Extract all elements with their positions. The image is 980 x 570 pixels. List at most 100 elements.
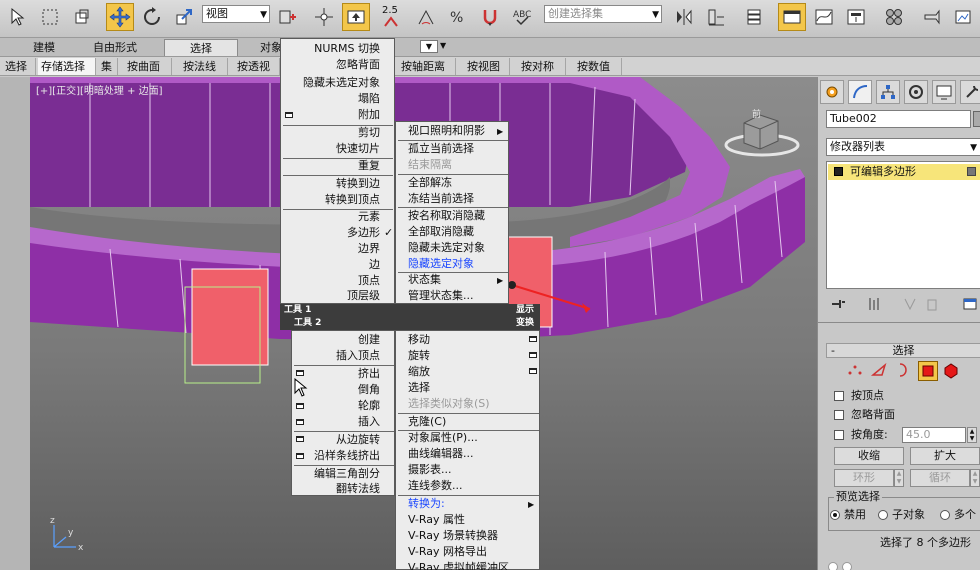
viewport-label[interactable]: [+][正交][明暗处理 + 边面] xyxy=(36,82,163,97)
menu-wire-parameters[interactable]: 连线参数... xyxy=(396,478,539,494)
menu-unhide-all[interactable]: 全部取消隐藏 xyxy=(396,224,508,240)
sub-set-button[interactable]: 集 xyxy=(98,58,118,75)
sub-by-numeric-button[interactable]: 按数值 xyxy=(574,58,622,75)
menu-dope-sheet[interactable]: 摄影表... xyxy=(396,462,539,478)
reference-coordinate-dropdown[interactable]: 视图 ▼ xyxy=(202,5,270,23)
angle-spinner-field[interactable]: 45.0 xyxy=(902,427,966,443)
ribbon-dropdown-chevron-icon[interactable]: ▼ xyxy=(440,41,446,50)
make-unique-icon[interactable] xyxy=(902,296,918,312)
mirror-icon[interactable] xyxy=(670,3,698,31)
menu-hide-unselected[interactable]: 隐藏未选定对象 xyxy=(281,75,394,91)
object-name-field[interactable]: Tube002 xyxy=(826,110,971,128)
settings-box-icon[interactable] xyxy=(529,368,537,374)
percent-snap-icon[interactable]: % xyxy=(444,3,472,31)
curve-editor-icon[interactable] xyxy=(810,3,838,31)
element-level-icon[interactable] xyxy=(942,361,960,379)
menu-inset[interactable]: 插入 xyxy=(292,414,394,430)
menu-unhide-by-name[interactable]: 按名称取消隐藏 xyxy=(396,208,508,224)
bottom-radio-icon[interactable] xyxy=(842,562,852,570)
preview-disabled-radio[interactable] xyxy=(830,510,840,520)
edit-named-selection-icon[interactable]: ABC xyxy=(508,3,536,31)
ring-spinner-icon[interactable]: ▲ ▼ xyxy=(894,469,904,487)
tab-modeling[interactable]: 建模 xyxy=(22,39,66,56)
shrink-button[interactable]: 收缩 xyxy=(834,447,904,465)
menu-state-sets[interactable]: 状态集 xyxy=(396,272,508,288)
sub-by-view-button[interactable]: 按视图 xyxy=(464,58,510,75)
pin-stack-icon[interactable] xyxy=(830,296,846,312)
sub-by-pivot-distance-button[interactable]: 按轴距离 xyxy=(398,58,456,75)
tab-freeform[interactable]: 自由形式 xyxy=(80,39,150,56)
stack-item-editable-poly[interactable]: 可编辑多边形 xyxy=(828,164,980,180)
edge-level-icon[interactable] xyxy=(870,361,888,379)
settings-box-icon[interactable] xyxy=(296,436,304,442)
rotate-icon[interactable] xyxy=(138,3,166,31)
menu-insert-vertex[interactable]: 插入顶点 xyxy=(292,348,394,364)
menu-repeat[interactable]: 重复 xyxy=(281,158,394,174)
select-object-icon[interactable] xyxy=(4,3,32,31)
angle-spinner-arrows-icon[interactable]: ▲ ▼ xyxy=(967,427,977,443)
move-icon[interactable] xyxy=(106,3,134,31)
bottom-radio-icon[interactable] xyxy=(828,562,838,570)
menu-isolate-selection[interactable]: 孤立当前选择 xyxy=(396,141,508,157)
settings-box-icon[interactable] xyxy=(285,112,293,118)
render-setup-icon[interactable] xyxy=(918,3,946,31)
stack-item-expand-icon[interactable] xyxy=(834,167,843,176)
settings-box-icon[interactable] xyxy=(529,352,537,358)
sub-by-symmetry-button[interactable]: 按对称 xyxy=(518,58,566,75)
vertex-level-icon[interactable] xyxy=(846,361,864,379)
render-frame-icon[interactable] xyxy=(950,3,978,31)
select-manipulate-icon[interactable] xyxy=(310,3,338,31)
polygon-level-button[interactable] xyxy=(918,361,938,381)
menu-vray-frame-buffer[interactable]: V-Ray 虚拟帧缓冲区 xyxy=(396,560,539,570)
menu-attach[interactable]: 附加 xyxy=(281,107,394,123)
show-end-result-icon[interactable] xyxy=(866,296,882,312)
menu-element[interactable]: 元素 xyxy=(281,209,394,225)
settings-box-icon[interactable] xyxy=(296,370,304,376)
modify-panel-icon[interactable] xyxy=(848,80,872,104)
menu-outline[interactable]: 轮廓 xyxy=(292,398,394,414)
settings-box-icon[interactable] xyxy=(296,419,304,425)
menu-quickslice[interactable]: 快速切片 xyxy=(281,141,394,157)
settings-box-icon[interactable] xyxy=(296,453,304,459)
sub-select-button[interactable]: 选择 xyxy=(2,58,36,75)
window-crossing-icon[interactable] xyxy=(68,3,96,31)
menu-edge[interactable]: 边 xyxy=(281,257,394,273)
menu-unfreeze-all[interactable]: 全部解冻 xyxy=(396,175,508,191)
named-selection-set-dropdown[interactable]: 创建选择集 ▼ xyxy=(544,5,662,23)
menu-object-properties[interactable]: 对象属性(P)... xyxy=(396,430,539,446)
menu-hinge-from-edge[interactable]: 从边旋转 xyxy=(292,432,394,448)
menu-flip-normals[interactable]: 翻转法线 xyxy=(292,481,394,497)
keyboard-shortcut-override-icon[interactable] xyxy=(342,3,370,31)
menu-select[interactable]: 选择 xyxy=(396,380,539,396)
align-icon[interactable] xyxy=(702,3,730,31)
menu-edit-triangulation[interactable]: 编辑三角剖分 xyxy=(292,466,394,482)
menu-freeze-selection[interactable]: 冻结当前选择 xyxy=(396,191,508,207)
sub-by-perspective-button[interactable]: 按透视 xyxy=(234,58,280,75)
object-color-swatch[interactable] xyxy=(973,111,980,127)
ignore-backfacing-checkbox[interactable] xyxy=(834,410,844,420)
preview-multi-radio[interactable] xyxy=(940,510,950,520)
schematic-view-icon[interactable] xyxy=(842,3,870,31)
border-level-icon[interactable] xyxy=(894,361,912,379)
material-editor-icon[interactable] xyxy=(880,3,908,31)
rect-select-region-icon[interactable] xyxy=(36,3,64,31)
menu-vray-scene-converter[interactable]: V-Ray 场景转换器 xyxy=(396,528,539,544)
create-panel-icon[interactable] xyxy=(820,80,844,104)
menu-create[interactable]: 创建 xyxy=(292,332,394,348)
menu-cut[interactable]: 剪切 xyxy=(281,125,394,141)
menu-scale[interactable]: 缩放 xyxy=(396,364,539,380)
motion-panel-icon[interactable] xyxy=(904,80,928,104)
display-panel-icon[interactable] xyxy=(932,80,956,104)
sub-by-normal-button[interactable]: 按法线 xyxy=(180,58,228,75)
menu-move[interactable]: 移动 xyxy=(396,332,539,348)
pivot-center-icon[interactable] xyxy=(274,3,302,31)
menu-end-isolate[interactable]: 结束隔离 xyxy=(396,157,508,173)
menu-convert-to-vertex[interactable]: 转换到顶点 xyxy=(281,192,394,208)
menu-polygon[interactable]: 多边形 xyxy=(281,225,394,241)
settings-box-icon[interactable] xyxy=(529,336,537,342)
menu-collapse[interactable]: 塌陷 xyxy=(281,91,394,107)
menu-hide-unselected-right[interactable]: 隐藏未选定对象 xyxy=(396,240,508,256)
remove-modifier-icon[interactable] xyxy=(924,296,940,312)
grow-button[interactable]: 扩大 xyxy=(910,447,980,465)
scale-icon[interactable] xyxy=(170,3,198,31)
